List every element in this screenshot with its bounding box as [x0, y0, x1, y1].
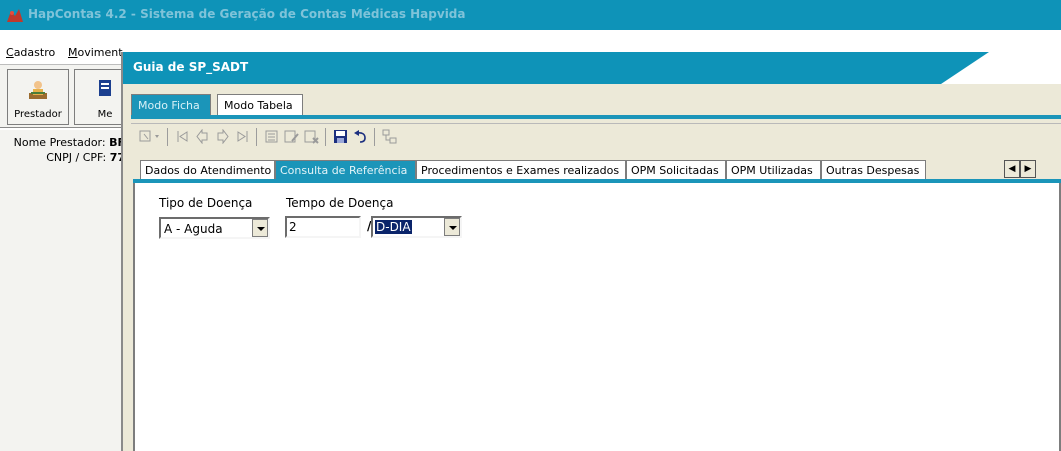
menu-movimento[interactable]: Moviment	[68, 46, 123, 59]
delete-record-icon[interactable]	[304, 129, 319, 144]
app-title: HapContas 4.2 - Sistema de Geração de Co…	[28, 7, 466, 21]
tab-procedimentos-exames[interactable]: Procedimentos e Exames realizados	[416, 160, 626, 180]
tempo-doenca-label: Tempo de Doença	[286, 196, 394, 210]
edit-record-icon[interactable]	[284, 129, 299, 144]
chevron-down-icon	[449, 226, 457, 230]
tab-outras-despesas[interactable]: Outras Despesas	[821, 160, 926, 180]
tipo-doenca-dropdown-button[interactable]	[252, 219, 268, 237]
app-title-bar: HapContas 4.2 - Sistema de Geração de Co…	[0, 0, 1061, 30]
separator	[325, 128, 326, 146]
insert-record-icon[interactable]	[264, 129, 279, 144]
tempo-doenca-value: 2	[289, 220, 297, 234]
consulta-referencia-panel: Tipo de Doença A - Aguda Tempo de Doença…	[133, 183, 1061, 451]
tipo-doenca-label: Tipo de Doença	[159, 196, 253, 210]
mode-tab-strip	[131, 115, 1061, 119]
prestador-label: Prestador	[14, 109, 62, 120]
child-title-bar: Guia de SP_SADT	[123, 52, 1061, 84]
unidade-tempo-dropdown-button[interactable]	[444, 218, 460, 236]
app-logo-icon	[7, 9, 23, 22]
tab-opm-utilizadas[interactable]: OPM Utilizadas	[726, 160, 821, 180]
record-navigator-bar	[131, 123, 1061, 149]
tab-scroll-left-button[interactable]: ◀	[1004, 160, 1020, 178]
prestador-info-panel: Nome Prestador: BF CNPJ / CPF: 77	[0, 130, 130, 451]
tab-opm-solicitadas[interactable]: OPM Solicitadas	[626, 160, 726, 180]
tab-consulta-referencia[interactable]: Consulta de Referência	[275, 160, 416, 180]
separator	[374, 128, 375, 146]
tipo-doenca-select[interactable]: A - Aguda	[159, 217, 270, 239]
unidade-tempo-select[interactable]: D-DIA	[371, 216, 462, 238]
next-record-icon[interactable]	[215, 129, 230, 144]
unidade-tempo-value: D-DIA	[375, 220, 412, 234]
tab-modo-ficha[interactable]: Modo Ficha	[131, 94, 211, 116]
guia-sp-sadt-window: Guia de SP_SADT Modo Ficha Modo Tabela D…	[121, 52, 1061, 451]
undo-icon[interactable]	[353, 129, 368, 144]
unidade-tempo-selected-text: D-DIA	[375, 220, 412, 234]
chevron-down-icon	[257, 227, 265, 231]
nome-prestador-label: Nome Prestador:	[13, 136, 106, 149]
filter-icon[interactable]	[139, 129, 161, 144]
tipo-doenca-value: A - Aguda	[164, 222, 223, 236]
prestador-icon	[29, 81, 47, 99]
prev-record-icon[interactable]	[195, 129, 210, 144]
cnpj-label: CNPJ / CPF:	[46, 151, 107, 164]
cnpj-row: CNPJ / CPF: 77	[46, 151, 125, 164]
nome-prestador-row: Nome Prestador: BF	[14, 136, 125, 149]
tab-scroll-right-button[interactable]: ▶	[1020, 160, 1036, 178]
separator	[167, 128, 168, 146]
child-window-title: Guia de SP_SADT	[133, 60, 249, 74]
tab-dados-atendimento[interactable]: Dados do Atendimento	[140, 160, 275, 180]
medico-icon	[99, 80, 111, 96]
prestador-button[interactable]: Prestador	[7, 69, 69, 125]
tree-icon[interactable]	[382, 129, 397, 144]
save-icon[interactable]	[333, 129, 348, 144]
last-record-icon[interactable]	[235, 129, 250, 144]
menu-cadastro[interactable]: Cadastro	[6, 46, 55, 59]
first-record-icon[interactable]	[175, 129, 190, 144]
separator	[256, 128, 257, 146]
title-bar-decoration	[941, 52, 1061, 84]
tempo-doenca-input[interactable]: 2	[285, 216, 361, 238]
tab-modo-tabela[interactable]: Modo Tabela	[217, 94, 303, 116]
